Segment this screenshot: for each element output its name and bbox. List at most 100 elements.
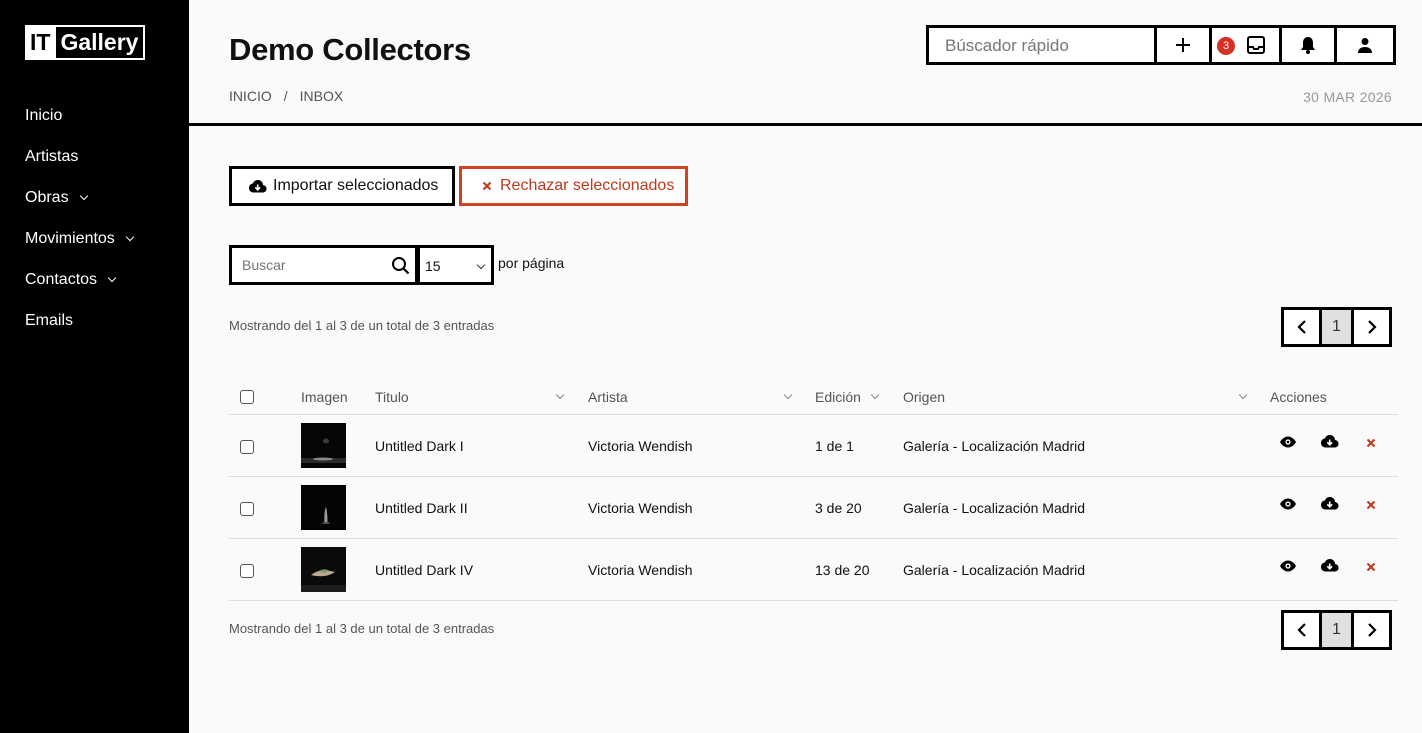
- notifications-button[interactable]: [1282, 28, 1337, 62]
- logo-it: IT: [27, 27, 57, 58]
- entries-info-bottom: Mostrando del 1 al 3 de un total de 3 en…: [229, 621, 495, 636]
- origin: Galería - Localización Madrid: [903, 562, 1086, 578]
- inbox-count-badge: 3: [1217, 37, 1235, 55]
- user-profile-button[interactable]: [1337, 28, 1393, 62]
- chevron-down-icon: [125, 232, 135, 242]
- artwork-thumbnail[interactable]: [301, 485, 346, 530]
- import-selected-button[interactable]: Importar seleccionados: [229, 166, 455, 206]
- row-checkbox[interactable]: [240, 502, 254, 516]
- artist-name: Victoria Wendish: [588, 500, 693, 516]
- search-icon[interactable]: [391, 256, 411, 276]
- sidebar-item-label: Movimientos: [25, 230, 115, 247]
- sidebar-item-emails[interactable]: Emails: [25, 309, 133, 350]
- cloud-download-icon: [249, 179, 267, 192]
- sidebar-item-movimientos[interactable]: Movimientos: [25, 227, 135, 268]
- import-selected-label: Importar seleccionados: [273, 177, 439, 194]
- column-header-edicion[interactable]: Edición: [815, 389, 861, 405]
- chevron-down-icon: [79, 191, 88, 201]
- user-icon: [1358, 38, 1372, 53]
- sidebar-item-label: Contactos: [25, 271, 98, 288]
- app-logo[interactable]: IT Gallery: [25, 25, 146, 60]
- sort-chevron-icon[interactable]: [555, 390, 565, 400]
- eye-icon[interactable]: [1279, 435, 1297, 449]
- sort-chevron-icon[interactable]: [783, 390, 793, 400]
- inbox-icon: [1246, 36, 1265, 54]
- select-all-checkbox[interactable]: [240, 390, 254, 404]
- next-page-button[interactable]: [1354, 613, 1389, 647]
- column-header-imagen: Imagen: [301, 389, 348, 405]
- per-page-label: por página: [498, 255, 565, 271]
- sidebar-item-obras[interactable]: Obras: [25, 186, 133, 227]
- main-content: Demo Collectors INICIO / INBOX 30 MAR 20…: [189, 0, 1422, 733]
- table-search: [229, 245, 418, 285]
- sidebar-item-label: Emails: [25, 312, 74, 329]
- edition: 3 de 20: [815, 500, 862, 516]
- current-date: 30 MAR 2026: [1303, 89, 1392, 105]
- page-title: Demo Collectors: [229, 32, 471, 67]
- close-icon[interactable]: [1366, 500, 1376, 510]
- artwork-thumbnail[interactable]: [301, 547, 346, 592]
- quick-search-input[interactable]: Búscador rápido: [929, 28, 1157, 62]
- sidebar-item-label: Obras: [25, 189, 69, 206]
- reject-selected-button[interactable]: Rechazar seleccionados: [459, 166, 688, 206]
- breadcrumb: INICIO / INBOX: [229, 88, 343, 104]
- entries-info-top: Mostrando del 1 al 3 de un total de 3 en…: [229, 318, 495, 333]
- sidebar-item-label: Inicio: [25, 107, 63, 124]
- close-icon[interactable]: [1366, 562, 1376, 572]
- chevron-down-icon: [476, 260, 486, 270]
- next-page-button[interactable]: [1354, 310, 1389, 344]
- per-page-value: 15: [425, 258, 441, 274]
- column-header-titulo[interactable]: Titulo: [375, 389, 409, 405]
- column-header-origen[interactable]: Origen: [903, 389, 945, 405]
- chevron-left-icon: [1296, 320, 1306, 334]
- close-icon[interactable]: [1366, 438, 1376, 448]
- sidebar-item-label: Artistas: [25, 148, 79, 165]
- chevron-right-icon: [1367, 623, 1377, 637]
- sidebar-nav: Inicio Artistas Obras Movimientos Contac…: [25, 104, 135, 350]
- page-1-button[interactable]: 1: [1319, 613, 1354, 647]
- table-search-input[interactable]: [232, 248, 382, 282]
- logo-gallery: Gallery: [56, 27, 144, 58]
- edition: 13 de 20: [815, 562, 870, 578]
- cloud-download-icon[interactable]: [1320, 496, 1339, 511]
- eye-icon[interactable]: [1279, 559, 1297, 573]
- chevron-right-icon: [1367, 320, 1377, 334]
- inbox-table: Imagen Titulo Artista Edición Origen Acc…: [229, 380, 1398, 601]
- sidebar-item-artistas[interactable]: Artistas: [25, 145, 133, 186]
- breadcrumb-current: INBOX: [299, 88, 344, 104]
- artwork-thumbnail[interactable]: [301, 423, 346, 468]
- add-button[interactable]: [1157, 28, 1212, 62]
- row-checkbox[interactable]: [240, 440, 254, 454]
- page-1-button[interactable]: 1: [1319, 310, 1354, 344]
- artwork-title[interactable]: Untitled Dark II: [375, 500, 468, 516]
- artwork-title[interactable]: Untitled Dark I: [375, 438, 464, 454]
- cloud-download-icon[interactable]: [1320, 558, 1339, 573]
- artist-name: Victoria Wendish: [588, 562, 693, 578]
- per-page-select[interactable]: 15: [417, 245, 494, 285]
- inbox-button[interactable]: 3: [1212, 28, 1282, 62]
- eye-icon[interactable]: [1279, 497, 1297, 511]
- reject-selected-label: Rechazar seleccionados: [500, 177, 675, 194]
- prev-page-button[interactable]: [1284, 613, 1319, 647]
- table-row: Untitled Dark IV Victoria Wendish 13 de …: [229, 539, 1398, 601]
- breadcrumb-home[interactable]: INICIO: [229, 88, 272, 104]
- artwork-title[interactable]: Untitled Dark IV: [375, 562, 473, 578]
- table-row: Untitled Dark II Victoria Wendish 3 de 2…: [229, 477, 1398, 539]
- sort-chevron-icon[interactable]: [870, 390, 880, 400]
- table-header: Imagen Titulo Artista Edición Origen Acc…: [229, 380, 1398, 415]
- top-toolbar: Búscador rápido 3: [926, 25, 1396, 65]
- origin: Galería - Localización Madrid: [903, 438, 1086, 454]
- pagination-bottom: 1: [1281, 610, 1392, 650]
- artist-name: Victoria Wendish: [588, 438, 693, 454]
- cloud-download-icon[interactable]: [1320, 434, 1339, 449]
- sort-chevron-icon[interactable]: [1238, 390, 1248, 400]
- column-header-artista[interactable]: Artista: [588, 389, 628, 405]
- close-icon: [482, 181, 492, 191]
- prev-page-button[interactable]: [1284, 310, 1319, 344]
- sidebar-item-contactos[interactable]: Contactos: [25, 268, 133, 309]
- header-divider: [189, 123, 1422, 126]
- sidebar-item-inicio[interactable]: Inicio: [25, 104, 133, 145]
- plus-icon: [1176, 38, 1190, 52]
- origin: Galería - Localización Madrid: [903, 500, 1086, 516]
- row-checkbox[interactable]: [240, 564, 254, 578]
